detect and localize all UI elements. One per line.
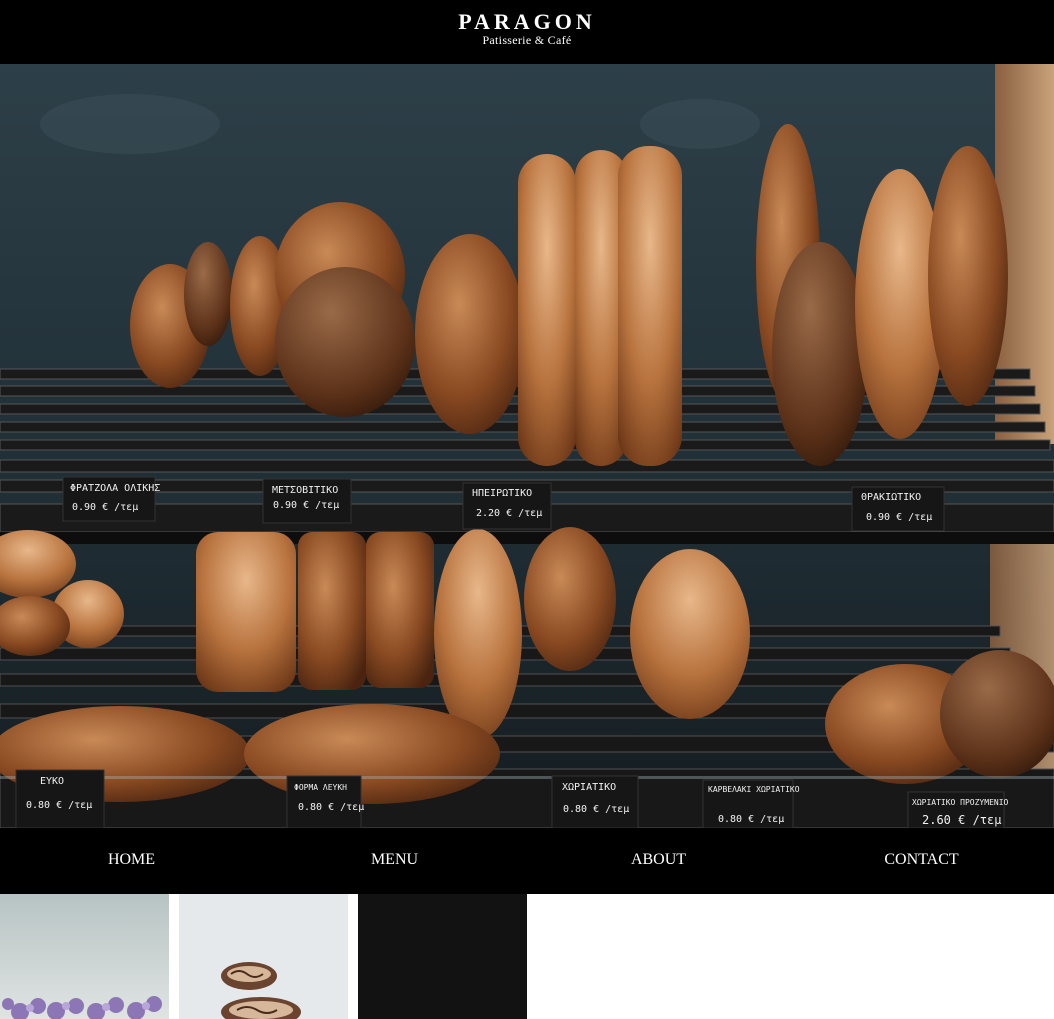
price-tag-name: ΜΕΤΣΟΒΙΤΙΚΟ — [272, 485, 338, 496]
nav-menu-link[interactable]: MENU — [263, 828, 526, 894]
price-tag-name: ΘΡΑΚΙΩΤΙΚΟ — [861, 492, 921, 503]
nav-home-link[interactable]: HOME — [0, 828, 263, 894]
price-tag-name: ΗΠΕΙΡΩΤΙΚΟ — [472, 488, 532, 499]
price-tag-name: ΚΑΡΒΕΛΑΚΙ ΧΩΡΙΑΤΙΚΟ — [708, 785, 800, 794]
price-tag-price: 0.80 € /τεμ — [26, 800, 92, 811]
price-tag-5: ΕΥΚΟ 0.80 € /τεμ — [15, 769, 105, 828]
price-tag-name: ΦΡΑΤΖΟΛΑ ΟΛΙΚΗΣ — [70, 483, 160, 494]
hero-bread-shelves-image: ΦΡΑΤΖΟΛΑ ΟΛΙΚΗΣ 0.90 € /τεμ ΜΕΤΣΟΒΙΤΙΚΟ … — [0, 64, 1054, 828]
nav-about-link[interactable]: ABOUT — [527, 828, 790, 894]
price-tag-price: 0.80 € /τεμ — [718, 814, 784, 825]
price-tag-name: ΦΟΡΜΑ ΛΕΥΚΗ — [294, 783, 347, 792]
main-nav: HOME MENU ABOUT CONTACT — [0, 828, 1054, 894]
price-tag-price: 0.90 € /τεμ — [273, 500, 339, 511]
price-tag-price: 0.80 € /τεμ — [298, 802, 364, 813]
gallery-thumb-dark[interactable] — [358, 894, 527, 1019]
nav-contact-link[interactable]: CONTACT — [790, 828, 1053, 894]
price-tag-9: ΧΩΡΙΑΤΙΚΟ ΠΡΟΖΥΜΕΝΙΟ 2.60 € /τεμ — [907, 791, 1009, 828]
price-tag-8: ΚΑΡΒΕΛΑΚΙ ΧΩΡΙΑΤΙΚΟ 0.80 € /τεμ — [702, 779, 800, 828]
site-header: PARAGON Patisserie & Café — [0, 0, 1054, 64]
price-tag-price: 2.20 € /τεμ — [476, 508, 542, 519]
price-tag-price: 0.90 € /τεμ — [866, 512, 932, 523]
brand-subtitle: Patisserie & Café — [482, 33, 572, 47]
gallery-thumb-pastry[interactable] — [179, 894, 348, 1019]
price-tag-2: ΜΕΤΣΟΒΙΤΙΚΟ 0.90 € /τεμ — [262, 478, 352, 524]
brand-logo-title[interactable]: PARAGON — [0, 9, 1054, 35]
price-tag-price: 0.90 € /τεμ — [72, 502, 138, 513]
price-tag-price: 2.60 € /τεμ — [922, 813, 1001, 827]
price-tag-name: ΧΩΡΙΑΤΙΚΟ ΠΡΟΖΥΜΕΝΙΟ — [912, 798, 1009, 807]
price-tag-price: 0.80 € /τεμ — [563, 804, 629, 815]
price-tag-3: ΗΠΕΙΡΩΤΙΚΟ 2.20 € /τεμ — [462, 482, 552, 530]
price-tag-1: ΦΡΑΤΖΟΛΑ ΟΛΙΚΗΣ 0.90 € /τεμ — [62, 476, 160, 522]
price-tag-4: ΘΡΑΚΙΩΤΙΚΟ 0.90 € /τεμ — [851, 486, 945, 532]
price-tag-name: ΕΥΚΟ — [40, 776, 64, 787]
price-tag-name: ΧΩΡΙΑΤΙΚΟ — [562, 782, 616, 793]
price-tag-6: ΦΟΡΜΑ ΛΕΥΚΗ 0.80 € /τεμ — [286, 775, 364, 828]
gallery-thumb-flowers[interactable] — [0, 894, 169, 1019]
price-tag-7: ΧΩΡΙΑΤΙΚΟ 0.80 € /τεμ — [551, 775, 639, 828]
